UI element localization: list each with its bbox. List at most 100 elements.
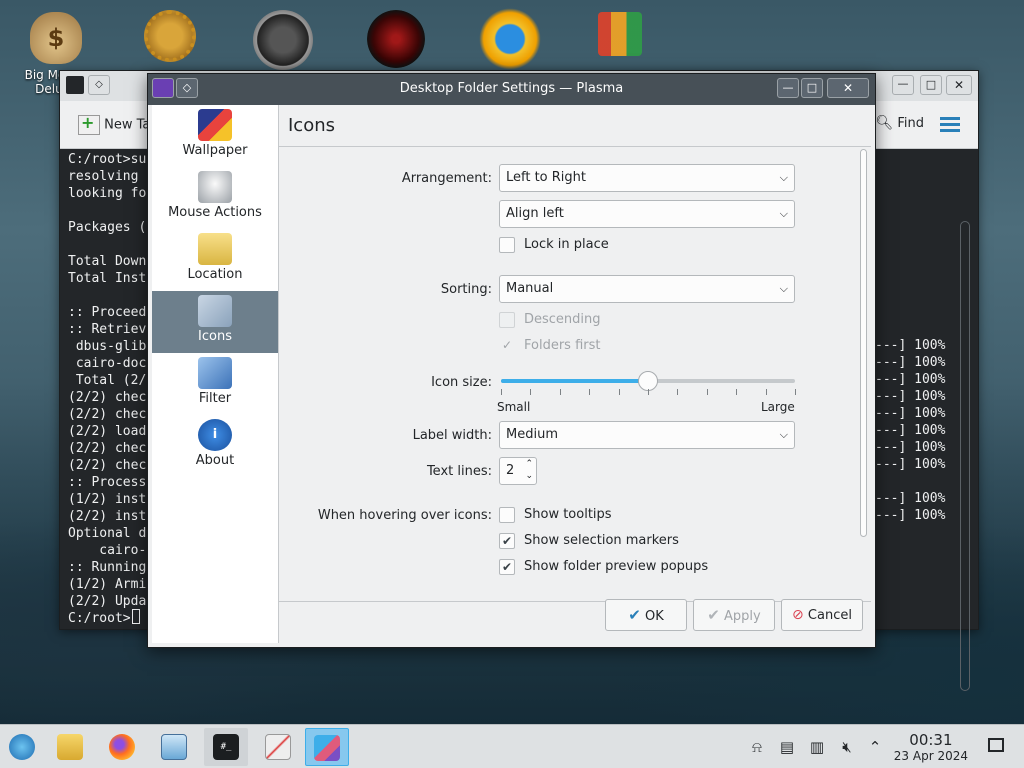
folders-first-checkbox[interactable]: ✓ Folders first bbox=[499, 337, 601, 357]
sidebar-item-filter[interactable]: Filter bbox=[152, 353, 278, 415]
maximize-button[interactable]: □ bbox=[920, 75, 942, 95]
label-width-select[interactable]: Medium ⌵ bbox=[499, 421, 795, 449]
desktop-icon-office[interactable] bbox=[580, 12, 660, 60]
cancel-button[interactable]: ⊘ Cancel bbox=[781, 599, 863, 631]
taskbar-desktop-settings[interactable] bbox=[305, 728, 349, 766]
gear-icon bbox=[144, 10, 196, 62]
text-lines-spinbox[interactable]: 2 ⌃ ⌄ bbox=[499, 457, 537, 485]
slider-tick bbox=[736, 389, 738, 395]
desktop-icon-dragon[interactable] bbox=[356, 10, 436, 72]
desktop-icon-gear[interactable] bbox=[130, 10, 210, 66]
hover-label: When hovering over icons: bbox=[317, 508, 492, 523]
clock[interactable]: 00:31 23 Apr 2024 bbox=[894, 731, 968, 763]
arrangement-value: Left to Right bbox=[506, 170, 587, 185]
sidebar-item-about[interactable]: i About bbox=[152, 415, 278, 477]
terminal-progress-line: ---] 100% bbox=[875, 508, 946, 523]
cancel-icon: ⊘ bbox=[792, 607, 804, 623]
lock-in-place-checkbox[interactable]: Lock in place bbox=[499, 236, 609, 256]
apply-button[interactable]: ✔ Apply bbox=[693, 599, 775, 631]
close-button[interactable]: ✕ bbox=[946, 75, 972, 95]
descending-checkbox[interactable]: Descending bbox=[499, 311, 601, 331]
slider-handle[interactable] bbox=[638, 371, 658, 391]
wallpaper-icon bbox=[198, 109, 232, 141]
slider-tick bbox=[559, 389, 561, 395]
clipboard-icon[interactable]: ▤ bbox=[778, 738, 796, 756]
office-grid-icon bbox=[598, 12, 642, 56]
alignment-value: Align left bbox=[506, 206, 564, 221]
show-tooltips-checkbox[interactable]: Show tooltips bbox=[499, 506, 612, 526]
dialog-title: Desktop Folder Settings — Plasma bbox=[399, 81, 624, 96]
pin-icon[interactable]: ◇ bbox=[88, 75, 110, 95]
taskbar-system-settings[interactable] bbox=[152, 728, 196, 766]
show-folder-preview-checkbox[interactable]: ✔ Show folder preview popups bbox=[499, 558, 708, 578]
new-tab-icon: + bbox=[78, 113, 100, 135]
ok-button[interactable]: ✔ OK bbox=[605, 599, 687, 631]
slider-tick bbox=[706, 389, 708, 395]
chevron-up-icon[interactable]: ⌃ bbox=[866, 738, 884, 756]
dialog-titlebar[interactable]: ◇ Desktop Folder Settings — Plasma — □ ✕ bbox=[148, 74, 875, 105]
sidebar-item-label: Wallpaper bbox=[182, 143, 248, 158]
clock-time: 00:31 bbox=[909, 731, 953, 749]
terminal-icon: #_ bbox=[213, 734, 239, 760]
checkmark-icon[interactable]: ✔ bbox=[499, 559, 515, 575]
terminal-scrollbar[interactable] bbox=[960, 221, 970, 691]
sidebar-item-label: Filter bbox=[198, 391, 232, 406]
find-label: Find bbox=[897, 116, 924, 131]
minimize-button[interactable]: — bbox=[892, 75, 914, 95]
checkbox-box[interactable] bbox=[499, 507, 515, 523]
taskbar-text-editor[interactable] bbox=[256, 728, 300, 766]
close-button[interactable]: ✕ bbox=[827, 78, 869, 98]
show-desktop-icon[interactable] bbox=[988, 738, 1004, 752]
battery-icon[interactable]: ▥ bbox=[808, 738, 826, 756]
slider-tick bbox=[501, 389, 502, 395]
clock-date: 23 Apr 2024 bbox=[893, 749, 968, 763]
chevron-down-icon: ⌵ bbox=[779, 207, 788, 220]
hamburger-menu-icon[interactable] bbox=[940, 115, 960, 133]
taskbar-terminal[interactable]: #_ bbox=[204, 728, 248, 766]
checkmark-icon[interactable]: ✔ bbox=[499, 533, 515, 549]
apply-label: Apply bbox=[724, 609, 761, 624]
taskbar-firefox[interactable] bbox=[100, 728, 144, 766]
desktop-folder-settings-dialog[interactable]: ◇ Desktop Folder Settings — Plasma — □ ✕… bbox=[147, 73, 876, 648]
arrangement-select[interactable]: Left to Right ⌵ bbox=[499, 164, 795, 192]
pin-icon[interactable]: ◇ bbox=[176, 78, 198, 98]
sidebar-item-icons[interactable]: Icons bbox=[152, 291, 278, 353]
checkbox-box[interactable] bbox=[499, 312, 515, 328]
sun-globe-icon bbox=[479, 8, 541, 70]
sorting-select[interactable]: Manual ⌵ bbox=[499, 275, 795, 303]
checkmark-icon: ✔ bbox=[707, 606, 720, 624]
taskbar-file-manager[interactable] bbox=[48, 728, 92, 766]
show-selection-markers-checkbox[interactable]: ✔ Show selection markers bbox=[499, 532, 679, 552]
spin-down-icon[interactable]: ⌄ bbox=[525, 471, 533, 481]
minimize-button[interactable]: — bbox=[777, 78, 799, 98]
icon-size-slider[interactable] bbox=[501, 371, 796, 395]
firefox-icon bbox=[109, 734, 135, 760]
volume-muted-icon[interactable]: 🔇︎ bbox=[838, 738, 856, 756]
settings-scrollbar[interactable] bbox=[860, 149, 867, 537]
start-menu-button[interactable] bbox=[0, 728, 44, 766]
notifications-icon[interactable]: ⍾ bbox=[748, 738, 766, 756]
checkbox-box[interactable] bbox=[499, 237, 515, 253]
sidebar-item-mouse-actions[interactable]: Mouse Actions bbox=[152, 167, 278, 229]
slider-tick bbox=[530, 389, 532, 395]
info-icon: i bbox=[198, 419, 232, 451]
maximize-button[interactable]: □ bbox=[801, 78, 823, 98]
alignment-select[interactable]: Align left ⌵ bbox=[499, 200, 795, 228]
sidebar-item-label: Location bbox=[187, 267, 243, 282]
taskbar: #_ ⍾ ▤ ▥ 🔇︎ ⌃ 00:31 23 Apr 2024 bbox=[0, 724, 1024, 768]
checkmark-icon[interactable]: ✓ bbox=[499, 338, 515, 354]
spin-up-icon[interactable]: ⌃ bbox=[525, 459, 533, 469]
terminal-progress-line: ---] 100% bbox=[875, 423, 946, 438]
find-button[interactable]: 🔍︎ Find bbox=[875, 115, 924, 131]
icons-icon bbox=[198, 295, 232, 327]
sidebar-item-wallpaper[interactable]: Wallpaper bbox=[152, 105, 278, 167]
settings-sidebar: Wallpaper Mouse Actions Location Icons Filte… bbox=[152, 105, 279, 643]
sidebar-item-label: About bbox=[195, 453, 235, 468]
sidebar-item-location[interactable]: Location bbox=[152, 229, 278, 291]
show-tooltips-label: Show tooltips bbox=[524, 507, 612, 522]
desktop-icon-sun-globe[interactable] bbox=[470, 8, 550, 74]
checkmark-icon: ✔ bbox=[628, 606, 641, 624]
show-folder-preview-label: Show folder preview popups bbox=[524, 559, 709, 574]
desktop-icon-speedometer[interactable] bbox=[243, 10, 323, 74]
lock-in-place-label: Lock in place bbox=[524, 237, 609, 252]
